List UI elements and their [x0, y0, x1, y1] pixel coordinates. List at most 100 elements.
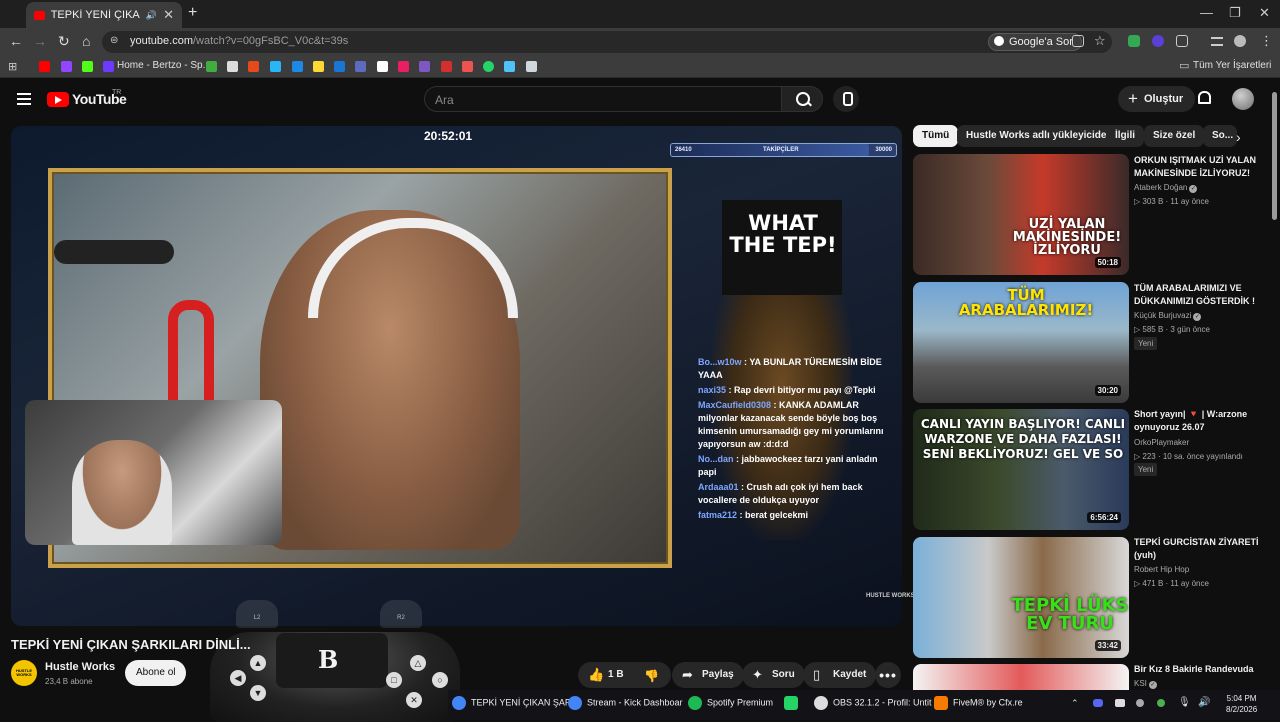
- url-text[interactable]: youtube.com/watch?v=00gFsBC_V0c&t=39s: [130, 35, 348, 47]
- recommendation-title[interactable]: TÜM ARABALARIMIZI VE DÜKKANIMIZI GÖSTERD…: [1134, 282, 1264, 308]
- microphone-tray-icon[interactable]: 🎙: [1178, 697, 1191, 708]
- kick-bookmark-icon[interactable]: [82, 61, 93, 72]
- reload-icon[interactable]: ↻: [58, 33, 70, 50]
- home-bookmark-icon[interactable]: [103, 61, 114, 72]
- avatar[interactable]: [1232, 88, 1254, 110]
- bookmark-icon[interactable]: [292, 61, 303, 72]
- bookmark-home[interactable]: Home - Bertzo - Sp...: [117, 60, 211, 71]
- maximize-icon[interactable]: ❐: [1229, 5, 1241, 21]
- close-window-icon[interactable]: ✕: [1259, 5, 1270, 21]
- video-thumbnail[interactable]: [913, 664, 1129, 690]
- taskbar-kick-dashboard[interactable]: Stream - Kick Dashboar: [568, 696, 683, 710]
- chip-all[interactable]: Tümü: [913, 125, 959, 147]
- extension-icon[interactable]: [1128, 35, 1140, 47]
- like-button[interactable]: 👍 1 B: [578, 662, 635, 688]
- speaker-icon[interactable]: 🔊: [146, 10, 157, 21]
- recommendation-channel[interactable]: Ataberk Doğan ✓: [1134, 183, 1198, 193]
- new-tab-icon[interactable]: +: [188, 4, 197, 22]
- search-icon[interactable]: [781, 86, 823, 112]
- recommendation-title[interactable]: TEPKİ GURCİSTAN ZİYARETİ (yuh): [1134, 536, 1264, 562]
- bookmark-icon[interactable]: [270, 61, 281, 72]
- close-tab-icon[interactable]: ✕: [163, 7, 174, 23]
- taskbar-spotify[interactable]: Spotify Premium: [688, 696, 773, 710]
- whatsapp-bookmark-icon[interactable]: [483, 61, 494, 72]
- bookmark-icon[interactable]: [206, 61, 217, 72]
- bookmark-icon[interactable]: [355, 61, 366, 72]
- extension-icon[interactable]: [1152, 35, 1164, 47]
- bookmark-icon[interactable]: [462, 61, 473, 72]
- create-button[interactable]: Oluştur: [1118, 86, 1196, 112]
- video-thumbnail[interactable]: UZİ YALAN MAKİNESİNDE! İZLİYORU 50:18: [913, 154, 1129, 275]
- bookmark-icon[interactable]: [248, 61, 259, 72]
- recommendation-channel[interactable]: Robert Hip Hop: [1134, 565, 1189, 574]
- bookmark-icon[interactable]: [313, 61, 324, 72]
- bookmark-icon[interactable]: [441, 61, 452, 72]
- channel-name[interactable]: Hustle Works: [45, 661, 115, 673]
- tray-icon[interactable]: [1115, 699, 1125, 707]
- circle-button-icon: ○: [432, 672, 448, 688]
- notifications-bell-icon[interactable]: [1198, 91, 1211, 104]
- minimize-icon[interactable]: —: [1200, 5, 1213, 20]
- bookmark-icon[interactable]: [227, 61, 238, 72]
- video-thumbnail[interactable]: TEPKİ LÜKS EV TURU 33:42: [913, 537, 1129, 658]
- recommendation-channel[interactable]: OrkoPlaymaker: [1134, 438, 1189, 447]
- bookmark-icon[interactable]: [398, 61, 409, 72]
- site-info-icon[interactable]: ⊜: [110, 35, 118, 46]
- profile-icon[interactable]: [1234, 35, 1246, 47]
- twitch-bookmark-icon[interactable]: [61, 61, 72, 72]
- chrome-menu-icon[interactable]: ⋮: [1260, 33, 1273, 49]
- search-input[interactable]: Ara: [424, 86, 782, 112]
- share-button[interactable]: ➦ Paylaş: [672, 662, 744, 688]
- hamburger-menu-icon[interactable]: [17, 93, 31, 105]
- dislike-button[interactable]: 👎: [632, 662, 671, 688]
- cast-icon[interactable]: [1072, 35, 1084, 47]
- recommendation-channel[interactable]: KSI ✓: [1134, 679, 1157, 689]
- bookmark-icon[interactable]: [526, 61, 537, 72]
- home-icon[interactable]: ⌂: [82, 33, 90, 49]
- video-thumbnail[interactable]: TÜM ARABALARIMIZ! 30:20: [913, 282, 1129, 403]
- bookmark-icon[interactable]: [334, 61, 345, 72]
- youtube-bookmark-icon[interactable]: [39, 61, 50, 72]
- taskbar-chrome-tab[interactable]: TEPKİ YENİ ÇIKAN ŞARK: [452, 696, 577, 710]
- subscribe-button[interactable]: Abone ol: [125, 660, 187, 686]
- recommendation-title[interactable]: Bir Kız 8 Bakirle Randevuda: [1134, 663, 1264, 676]
- save-button[interactable]: ▯ Kaydet: [803, 662, 877, 688]
- tray-icon[interactable]: [1157, 699, 1165, 707]
- discord-tray-icon[interactable]: [1093, 699, 1103, 707]
- bookmark-icon[interactable]: [377, 61, 388, 72]
- whatsapp-icon: [784, 696, 798, 710]
- share-icon: ➦: [682, 667, 693, 682]
- video-thumbnail[interactable]: CANLI YAYIN BAŞLIYOR! CANLI WARZONE VE D…: [913, 409, 1129, 530]
- forward-icon[interactable]: →: [33, 33, 47, 49]
- more-actions-icon[interactable]: •••: [875, 662, 901, 688]
- bookmark-star-icon[interactable]: ☆: [1094, 33, 1106, 49]
- extensions-puzzle-icon[interactable]: [1176, 35, 1188, 47]
- chevron-up-icon[interactable]: ⌃: [1071, 698, 1079, 709]
- taskbar-fivem[interactable]: FiveM® by Cfx.re: [934, 696, 1023, 710]
- tray-icon[interactable]: [1136, 699, 1144, 707]
- chip-for-you[interactable]: Size özel: [1144, 125, 1205, 147]
- back-icon[interactable]: ←: [9, 33, 23, 49]
- browser-tab[interactable]: TEPKİ YENİ ÇIKAN ŞARKILAR 🔊 ✕: [26, 2, 182, 28]
- apps-grid-icon[interactable]: ⊞: [8, 60, 17, 73]
- chip-related[interactable]: İlgili: [1106, 125, 1144, 147]
- recommendation-title[interactable]: Short yayın| 🔻 | W:arzone oynuyoruz 26.0…: [1134, 408, 1264, 434]
- chip-from-uploader[interactable]: Hustle Works adlı yükleyiciden: [957, 125, 1122, 147]
- taskbar-obs[interactable]: OBS 32.1.2 - Profil: Untit: [814, 696, 932, 710]
- volume-icon[interactable]: 🔊: [1198, 697, 1210, 708]
- recommendation-channel[interactable]: Küçük Burjuvazi ✓: [1134, 311, 1202, 321]
- bookmark-icon[interactable]: [504, 61, 515, 72]
- system-clock[interactable]: 5:04 PM 8/2/2026: [1226, 693, 1257, 715]
- chevron-right-icon[interactable]: ›: [1236, 129, 1241, 145]
- chip-more[interactable]: So...: [1203, 125, 1237, 147]
- tab-search-icon[interactable]: [1211, 37, 1223, 46]
- channel-avatar[interactable]: HUSTLE WORKS: [11, 660, 37, 686]
- recommendation-title[interactable]: ORKUN IŞITMAK UZİ YALAN MAKİNESİNDE İZLİ…: [1134, 154, 1264, 180]
- youtube-logo-icon[interactable]: [47, 92, 69, 107]
- microphone-icon[interactable]: [833, 86, 859, 112]
- ask-button[interactable]: ✦ Soru: [742, 662, 805, 688]
- taskbar-whatsapp[interactable]: [784, 696, 803, 710]
- page-scrollbar[interactable]: [1272, 92, 1277, 220]
- bookmark-icon[interactable]: [419, 61, 430, 72]
- all-bookmarks[interactable]: Tüm Yer İşaretleri: [1193, 60, 1271, 71]
